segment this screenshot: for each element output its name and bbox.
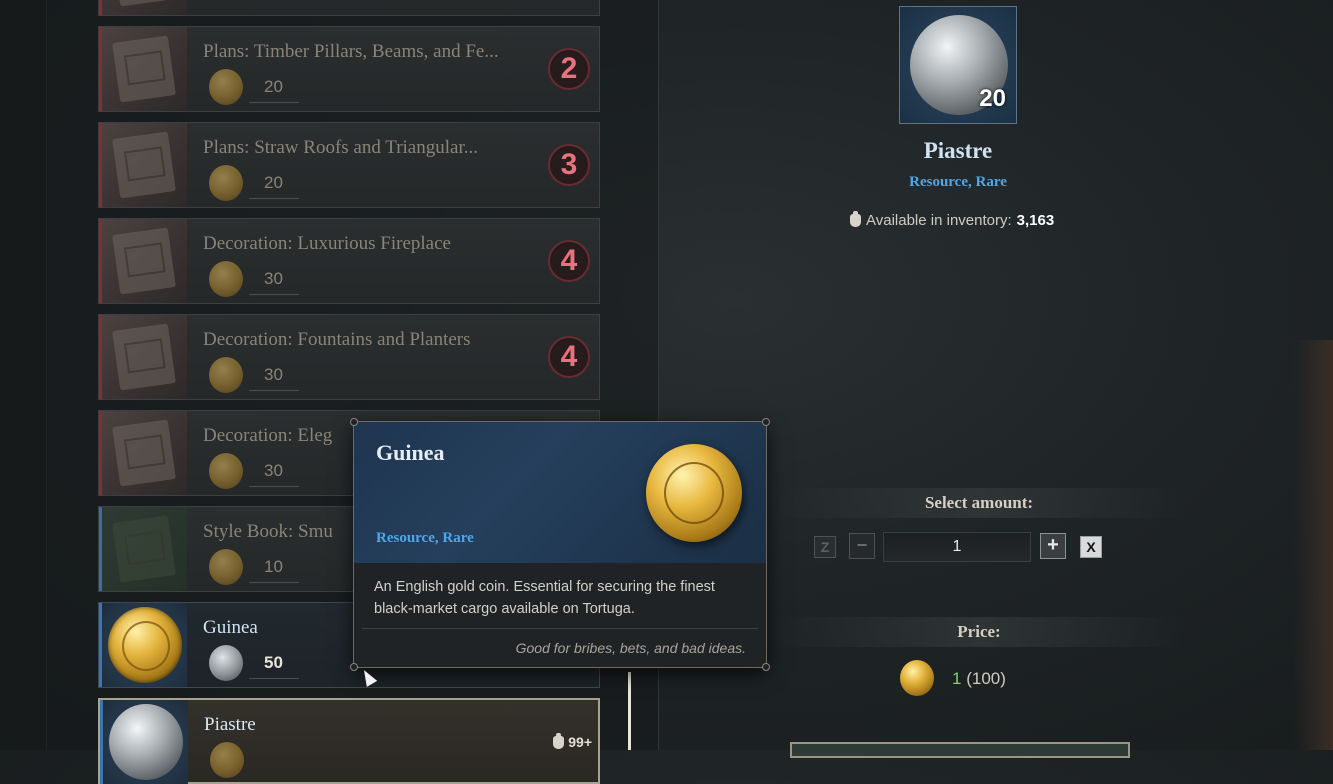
item-price: 30 — [264, 461, 283, 480]
decoration-book-icon — [99, 315, 187, 399]
list-item-piastre-selected[interactable]: Piastre 99+ — [98, 698, 600, 784]
item-thumbnail — [99, 0, 187, 15]
item-title: Plans: Timber Pillars, Beams, and Fe... — [203, 41, 499, 62]
tooltip-flavor-text: Good for bribes, bets, and bad ideas. — [515, 640, 746, 656]
scrollbar[interactable] — [628, 672, 631, 750]
inventory-value: 3,163 — [1016, 212, 1055, 229]
guinea-coin-icon — [646, 444, 742, 542]
decoration-book-icon — [99, 411, 187, 495]
plans-book-icon — [99, 123, 187, 207]
stock-count: 99+ — [553, 732, 592, 750]
style-book-icon — [99, 507, 187, 591]
decoration-book-icon — [99, 219, 187, 303]
increase-button[interactable]: + — [1040, 533, 1066, 559]
item-price: 20 — [264, 77, 283, 96]
guinea-thumbnail — [99, 603, 187, 687]
selected-item-name: Piastre — [923, 138, 993, 163]
item-title: Decoration: Eleg — [203, 425, 333, 446]
guinea-coin-icon — [209, 69, 243, 105]
tooltip-description: An English gold coin. Essential for secu… — [374, 579, 715, 617]
item-title: Plans: Straw Roofs and Triangular... — [203, 137, 478, 158]
max-amount-key[interactable]: X — [1080, 536, 1102, 558]
selected-item-icon: 20 — [899, 6, 1017, 124]
left-edge — [0, 0, 47, 750]
corner-ornament — [350, 418, 358, 426]
corner-ornament — [762, 663, 770, 671]
item-title: Style Book: Smu — [203, 521, 333, 542]
selected-item-subtitle: Resource, Rare — [909, 174, 1007, 190]
guinea-coin-icon — [210, 742, 244, 778]
decrease-button[interactable]: − — [849, 533, 875, 559]
bundle-quantity: 20 — [979, 85, 1006, 112]
guinea-coin-icon — [900, 660, 934, 696]
tooltip-title: Guinea — [376, 440, 445, 465]
item-title: Decoration: Luxurious Fireplace — [203, 233, 451, 254]
tier-badge: 4 — [548, 336, 590, 378]
tier-badge: 3 — [548, 144, 590, 186]
guinea-coin-icon — [209, 165, 243, 201]
min-amount-key[interactable]: Z — [814, 536, 836, 558]
item-price: 30 — [264, 365, 283, 384]
price-underline — [249, 486, 299, 487]
amount-input[interactable]: 1 — [883, 532, 1031, 562]
item-price: 20 — [264, 173, 283, 192]
list-item-fountains-planters[interactable]: Decoration: Fountains and Planters 30 — [98, 314, 600, 400]
guinea-coin-icon — [108, 607, 182, 683]
inventory-label: Available in inventory: — [866, 212, 1012, 229]
bag-icon — [850, 211, 861, 227]
corner-ornament — [350, 663, 358, 671]
price-underline — [249, 582, 299, 583]
tier-badge: 4 — [548, 240, 590, 282]
price-underline — [249, 102, 299, 103]
list-item-timber-pillars[interactable]: Plans: Timber Pillars, Beams, and Fe... … — [98, 26, 600, 112]
price-underline — [249, 390, 299, 391]
select-amount-header: Select amount: — [772, 488, 1186, 518]
item-tooltip: Guinea Resource, Rare An English gold co… — [350, 418, 770, 671]
confirm-button[interactable] — [790, 742, 1130, 758]
tooltip-subtitle: Resource, Rare — [376, 530, 474, 546]
list-item-luxurious-fireplace[interactable]: Decoration: Luxurious Fireplace 30 — [98, 218, 600, 304]
stock-value: 99+ — [568, 734, 592, 750]
item-price: 50 — [264, 653, 283, 672]
price-underline — [249, 198, 299, 199]
item-title: Decoration: Fountains and Planters — [203, 329, 471, 350]
list-item[interactable] — [98, 0, 600, 16]
piastre-coin-icon — [209, 645, 243, 681]
guinea-coin-icon — [209, 261, 243, 297]
guinea-coin-icon — [209, 357, 243, 393]
plans-book-icon — [99, 27, 187, 111]
tooltip-divider — [362, 628, 758, 629]
bag-icon — [553, 732, 565, 749]
background-figure — [1293, 340, 1333, 750]
piastre-coin-icon — [109, 704, 183, 780]
tier-badge: 2 — [548, 48, 590, 90]
item-price: 10 — [264, 557, 283, 576]
item-title: Guinea — [203, 617, 258, 638]
price-underline — [249, 294, 299, 295]
corner-ornament — [762, 418, 770, 426]
guinea-coin-icon — [209, 549, 243, 585]
price-header: Price: — [772, 617, 1186, 647]
piastre-thumbnail — [100, 700, 188, 784]
item-title: Piastre — [204, 714, 256, 735]
list-item-straw-roofs[interactable]: Plans: Straw Roofs and Triangular... 20 — [98, 122, 600, 208]
price-underline — [249, 678, 299, 679]
price-total: (100) — [966, 669, 1006, 688]
price-value: 1 (100) — [952, 669, 1006, 689]
price-amount: 1 — [952, 669, 962, 688]
inventory-availability: Available in inventory: 3,163 — [850, 211, 1055, 229]
guinea-coin-icon — [209, 453, 243, 489]
item-price: 30 — [264, 269, 283, 288]
